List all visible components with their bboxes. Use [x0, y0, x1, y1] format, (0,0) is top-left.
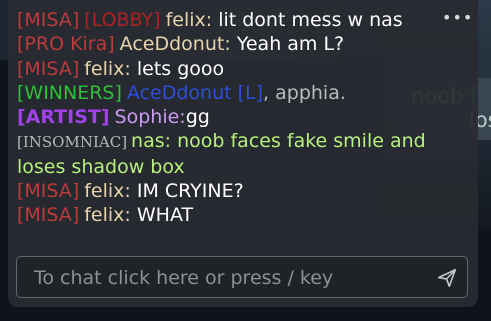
game-viewport: noob f los ••• [MISA][LOBBY]felix: lit d… — [0, 0, 491, 321]
chat-message: [MISA] [LOBBY] felix: lit dont mess w nas — [17, 8, 427, 32]
chat-message: [MISA] felix: lets gooo — [17, 57, 427, 81]
chat-message: [PRO Kira] AceDdonut: Yeah am L? — [17, 32, 427, 56]
chat-username: felix: — [84, 180, 131, 203]
chat-input-placeholder[interactable]: To chat click here or press / key — [34, 267, 333, 289]
chat-tag: [MISA] — [17, 180, 80, 203]
chat-tag: [LOBBY] — [84, 9, 161, 31]
chat-message-list: [MISA] [LOBBY] felix: lit dont mess w nas … — [17, 8, 427, 228]
chat-username: AceDdonut [L] — [126, 81, 264, 104]
chat-message: [WINNERS] AceDdonut [L], apphia. — [17, 81, 427, 105]
chat-text: , apphia. — [263, 81, 346, 104]
send-icon[interactable] — [436, 267, 458, 289]
chat-window: ••• [MISA] [LOBBY] felix: lit dont mess w … — [8, 0, 478, 307]
chat-username: nas: — [131, 130, 172, 153]
chat-username: felix: — [84, 57, 131, 80]
chat-message: [MISA] felix: IM CRYINE? — [17, 179, 427, 203]
chat-tag: [MISA] — [17, 9, 80, 31]
chat-text: lets gooo — [136, 57, 225, 80]
chat-username: AceDdonut: — [119, 33, 231, 56]
chat-tag: [PRO Kira] — [17, 33, 115, 56]
chat-text: IM CRYINE? — [136, 180, 244, 203]
chat-tag: [MISA] — [17, 57, 80, 80]
chat-message: [MISA] felix: WHAT — [17, 203, 427, 227]
chat-username: felix: — [84, 204, 131, 227]
chat-text: WHAT — [136, 204, 194, 227]
chat-username: Sophie: — [114, 106, 186, 129]
chat-tag: [INSOMNIAC] — [17, 133, 128, 152]
more-dots-icon[interactable]: ••• — [442, 8, 472, 28]
chat-username: felix: — [165, 9, 213, 31]
chat-tag: [MISA] — [17, 204, 80, 227]
chat-message: [ARTIST] Sophie:gg — [17, 105, 427, 129]
chat-input[interactable]: To chat click here or press / key — [16, 256, 468, 298]
chat-text: lit dont mess w nas — [218, 9, 403, 31]
chat-tag: [ARTIST] — [17, 106, 110, 129]
chat-tag: [WINNERS] — [17, 81, 122, 104]
chat-text: gg — [185, 106, 210, 129]
chat-message: [INSOMNIAC] nas: noob faces fake smile an… — [17, 129, 427, 179]
chat-text: Yeah am L? — [236, 33, 345, 56]
